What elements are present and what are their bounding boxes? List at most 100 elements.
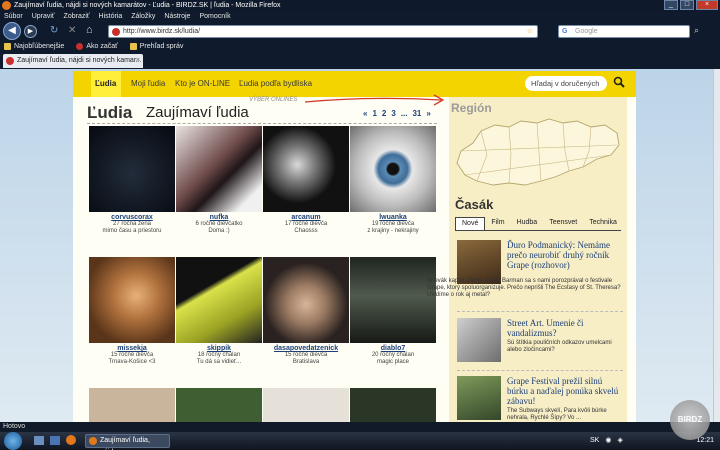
network-icon[interactable]: ◉ <box>605 432 611 450</box>
article-title[interactable]: Grape Festival prežil silnú búrku a naďa… <box>507 376 623 406</box>
menu-edit[interactable]: Upraviť <box>32 11 55 22</box>
person-card: arcanum 17 ročné dievča Chaosss <box>263 126 349 256</box>
person-location: Bratislava <box>292 359 320 365</box>
article-title[interactable]: Street Art. Umenie či vandalizmus? <box>507 318 623 338</box>
profile-photo[interactable] <box>176 388 262 422</box>
profile-photo[interactable] <box>350 126 436 212</box>
maximize-button[interactable]: □ <box>680 0 694 10</box>
site-favicon <box>112 28 120 36</box>
profile-photo[interactable] <box>263 257 349 343</box>
reload-icon[interactable]: ↻ <box>50 25 58 36</box>
article-desc: The Subways skvelí, Para kvôli búrke neh… <box>507 408 607 421</box>
browser-tab[interactable]: Zaujímaví ľudia, nájdi si nových kamar..… <box>3 54 143 68</box>
nav-by-residence[interactable]: Ľudia podľa bydliska <box>239 79 312 88</box>
profile-photo[interactable] <box>89 126 175 212</box>
person-location: z krajiny - nekrajiny <box>367 228 419 234</box>
firefox-icon <box>89 437 97 445</box>
pager-page[interactable]: 31 <box>412 109 421 118</box>
url-text: http://www.birdz.sk/ludia/ <box>123 28 201 35</box>
minimize-button[interactable]: _ <box>664 0 678 10</box>
article-thumbnail[interactable] <box>457 318 501 362</box>
profile-photo[interactable] <box>350 257 436 343</box>
person-nick[interactable]: lwuanka <box>350 214 436 221</box>
person-age: 17 ročné dievča <box>284 221 328 227</box>
person-nick[interactable]: nufka <box>176 214 262 221</box>
page-title: Ľudia <box>87 103 133 122</box>
profile-photo[interactable] <box>350 388 436 422</box>
article-thumbnail[interactable] <box>457 376 501 420</box>
pager-next[interactable]: » <box>426 109 430 118</box>
bookmark-label: Najobľúbenejšie <box>14 43 65 50</box>
profile-photo[interactable] <box>263 126 349 212</box>
nav-ludia[interactable]: Ľudia <box>95 79 116 88</box>
menu-help[interactable]: Pomocník <box>199 11 230 22</box>
pager-page[interactable]: 2 <box>382 109 386 118</box>
bookmark-item[interactable]: Najobľúbenejšie <box>4 40 64 53</box>
person-card: lwuanka 19 ročné dievča z krajiny - nekr… <box>350 126 436 256</box>
bookmark-label: Ako začať <box>86 43 118 50</box>
person-nick[interactable]: missekja <box>89 345 175 352</box>
tab-technika[interactable]: Technika <box>583 217 623 230</box>
menu-history[interactable]: História <box>99 11 123 22</box>
tab-teensvet[interactable]: Teensvet <box>543 217 583 230</box>
person-card: diablo7 20 ročný chalan magic place <box>350 257 436 387</box>
search-input[interactable]: G Google <box>558 25 690 38</box>
profile-photo[interactable] <box>176 126 262 212</box>
bookmark-star-icon[interactable]: ☆ <box>527 26 533 37</box>
tab-nove[interactable]: Nové <box>455 217 486 230</box>
firefox-icon <box>2 1 11 10</box>
menu-view[interactable]: Zobraziť <box>64 11 90 22</box>
switch-windows-icon[interactable] <box>50 436 60 445</box>
firefox-quicklaunch-icon[interactable] <box>66 435 76 445</box>
stop-icon[interactable]: ✕ <box>68 25 76 36</box>
region-map[interactable] <box>451 115 623 189</box>
person-nick[interactable]: corvuscorax <box>89 214 175 221</box>
profile-photo[interactable] <box>89 388 175 422</box>
pagination: « 1 2 3 ... 31 » <box>363 109 431 118</box>
taskbar-firefox-button[interactable]: Zaujímaví ľudia, nájd... <box>85 434 170 450</box>
bookmark-item[interactable]: Prehľad správ <box>129 40 183 53</box>
status-text: Hotovo <box>3 423 26 430</box>
person-nick[interactable]: diablo7 <box>350 345 436 352</box>
home-icon[interactable]: ⌂ <box>86 24 93 36</box>
person-age: 20 ročný chalan <box>371 352 415 358</box>
magazine-title: Časák <box>455 197 494 212</box>
person-nick[interactable]: dasapovedatzenick <box>263 345 349 352</box>
person-age: 19 ročné dievča <box>371 221 415 227</box>
bookmark-item[interactable]: Ako začať <box>76 40 118 53</box>
menu-bar: Súbor Upraviť Zobraziť História Záložky … <box>0 11 720 22</box>
url-bar[interactable]: http://www.birdz.sk/ludia/ ☆ <box>108 25 538 38</box>
tab-hudba[interactable]: Hudba <box>511 217 544 230</box>
pager-page[interactable]: 3 <box>391 109 395 118</box>
back-button[interactable]: ◀ <box>3 22 21 40</box>
menu-bookmarks[interactable]: Záložky <box>131 11 155 22</box>
pager-ellipsis: ... <box>400 109 408 118</box>
article-desc: Spevák kapiel Cliché a Billy Barman sa s… <box>427 278 621 298</box>
profile-photo[interactable] <box>89 257 175 343</box>
start-button[interactable] <box>4 432 22 450</box>
nav-moji-ludia[interactable]: Moji ľudia <box>131 79 165 88</box>
forward-button[interactable]: ▶ <box>24 25 37 38</box>
volume-icon[interactable]: ◈ <box>617 432 622 450</box>
site-search-input[interactable]: Hľadaj v doručených <box>525 76 607 91</box>
tab-film[interactable]: Film <box>485 217 510 230</box>
profile-photo[interactable] <box>176 257 262 343</box>
person-nick[interactable]: arcanum <box>263 214 349 221</box>
profile-photo[interactable] <box>263 388 349 422</box>
language-indicator[interactable]: SK <box>590 432 599 450</box>
vertical-scrollbar[interactable] <box>713 69 720 422</box>
article-title[interactable]: Ďuro Podmanický: Nemáme prečo neurobiť d… <box>507 240 623 270</box>
person-nick[interactable]: skippik <box>176 345 262 352</box>
tab-close-icon[interactable]: × <box>136 54 140 67</box>
pager-page[interactable]: 1 <box>372 109 376 118</box>
divider <box>87 123 437 124</box>
close-button[interactable]: × <box>696 0 718 10</box>
pager-prev[interactable]: « <box>363 109 367 118</box>
article-item: Ďuro Podmanický: Nemáme prečo neurobiť d… <box>427 240 623 302</box>
menu-tools[interactable]: Nástroje <box>164 11 190 22</box>
menu-file[interactable]: Súbor <box>4 11 23 22</box>
show-desktop-icon[interactable] <box>34 436 44 445</box>
nav-online[interactable]: Kto je ON-LINE <box>175 79 230 88</box>
search-magnifier-icon[interactable]: ⌕ <box>694 25 699 36</box>
search-icon[interactable] <box>613 76 625 88</box>
